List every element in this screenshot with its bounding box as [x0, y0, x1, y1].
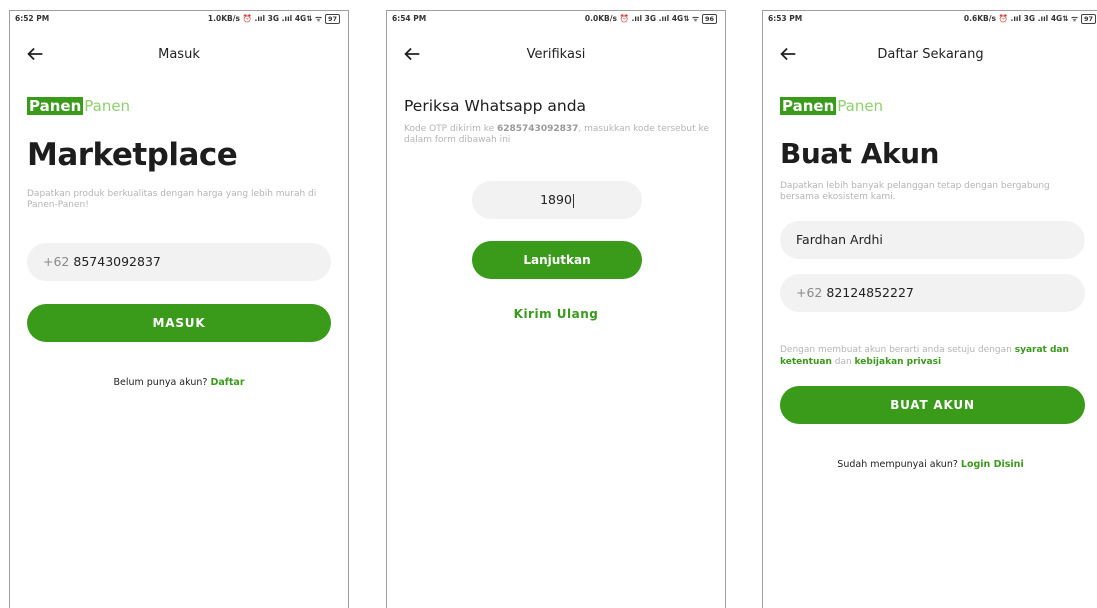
brand-logo: Panen Panen [780, 97, 884, 115]
page-title: Daftar Sekarang [877, 47, 984, 62]
status-bar: 6:53 PM 0.6KB/s ⏰ .ııl 3G .ııl 4G⇅ ᯤ 97 [763, 11, 1097, 25]
resend-link[interactable]: Kirim Ulang [387, 307, 725, 321]
verification-heading: Periksa Whatsapp anda [404, 97, 587, 115]
terms-notice: Dengan membuat akun berarti anda setuju … [780, 345, 1069, 367]
login-button[interactable]: MASUK [27, 304, 331, 342]
country-code: +62 [43, 254, 70, 269]
register-prompt: Belum punya akun? Daftar [113, 377, 245, 388]
headline: Buat Akun [780, 137, 939, 170]
login-link[interactable]: Login Disini [961, 459, 1024, 470]
description: Dapatkan lebih banyak pelanggan tetap de… [780, 181, 1050, 202]
phone-input[interactable]: +62 82124852227 [780, 274, 1085, 312]
battery-icon: 96 [701, 14, 717, 24]
status-bar: 6:54 PM 0.0KB/s ⏰ .ııl 3G .ııl 4G⇅ ᯤ 96 [387, 11, 725, 25]
continue-button[interactable]: Lanjutkan [472, 241, 642, 279]
battery-icon: 97 [324, 14, 340, 24]
phone-input[interactable]: +62 85743092837 [27, 243, 331, 281]
privacy-link[interactable]: kebijakan privasi [855, 357, 941, 367]
name-value: Fardhan Ardhi [796, 232, 883, 247]
login-screen: 6:52 PM 1.0KB/s ⏰ .ııl 3G .ııl 4G⇅ ᯤ 97 … [9, 10, 349, 608]
otp-input[interactable]: 1890 [472, 181, 642, 219]
page-title: Masuk [158, 47, 200, 62]
otp-phone-number: 6285743092837 [497, 124, 579, 134]
country-code: +62 [796, 285, 823, 300]
verification-screen: 6:54 PM 0.0KB/s ⏰ .ııl 3G .ııl 4G⇅ ᯤ 96 … [386, 10, 726, 608]
battery-icon: 97 [1080, 14, 1096, 24]
name-input[interactable]: Fardhan Ardhi [780, 221, 1085, 259]
app-bar: Verifikasi [387, 41, 725, 71]
status-time: 6:52 PM [15, 14, 50, 23]
register-link[interactable]: Daftar [210, 377, 244, 388]
status-indicators: 0.0KB/s ⏰ .ııl 3G .ııl 4G⇅ ᯤ [584, 14, 699, 23]
phone-value: 82124852227 [826, 285, 914, 300]
status-indicators: 1.0KB/s ⏰ .ııl 3G .ııl 4G⇅ ᯤ [207, 14, 322, 23]
status-indicators: 0.6KB/s ⏰ .ııl 3G .ııl 4G⇅ ᯤ [963, 14, 1078, 23]
register-screen: 6:53 PM 0.6KB/s ⏰ .ııl 3G .ııl 4G⇅ ᯤ 97 … [762, 10, 1097, 608]
brand-logo: Panen Panen [27, 97, 131, 115]
description: Dapatkan produk berkualitas dengan harga… [27, 189, 317, 210]
status-bar: 6:52 PM 1.0KB/s ⏰ .ııl 3G .ııl 4G⇅ ᯤ 97 [10, 11, 348, 25]
status-time: 6:53 PM [768, 14, 803, 23]
app-bar: Daftar Sekarang [763, 41, 1097, 71]
page-title: Verifikasi [526, 47, 586, 62]
phone-value: 85743092837 [73, 254, 161, 269]
otp-value: 1890 [540, 192, 572, 207]
app-bar: Masuk [10, 41, 348, 71]
text-caret [572, 193, 574, 208]
status-time: 6:54 PM [392, 14, 427, 23]
headline: Marketplace [27, 137, 238, 173]
login-prompt: Sudah mempunyai akun? Login Disini [837, 459, 1024, 470]
verification-description: Kode OTP dikirim ke 6285743092837, masuk… [404, 124, 709, 145]
create-account-button[interactable]: BUAT AKUN [780, 386, 1085, 424]
